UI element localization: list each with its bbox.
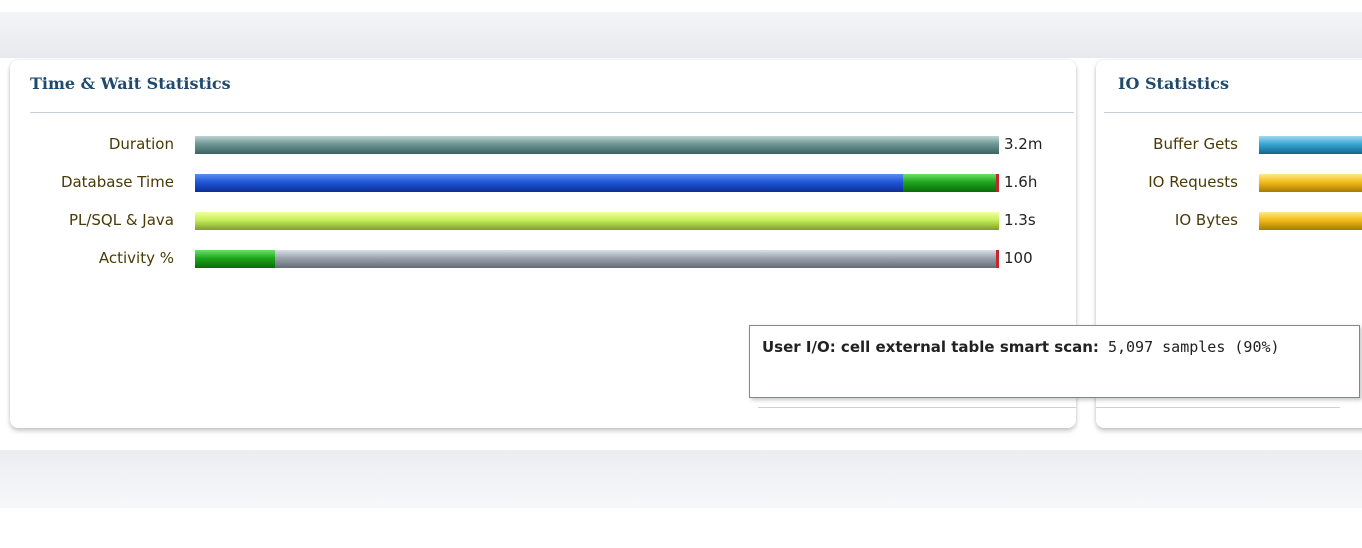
buffer-gets-bar-fill xyxy=(1259,136,1362,154)
activity-user-io-segment[interactable] xyxy=(275,250,999,268)
duration-value: 3.2m xyxy=(1004,135,1043,153)
plsql-java-label: PL/SQL & Java xyxy=(68,211,174,229)
panel-divider xyxy=(1096,407,1340,408)
io-requests-bar[interactable] xyxy=(1259,174,1362,192)
activity-tooltip: User I/O: cell external table smart scan… xyxy=(749,325,1360,398)
duration-bar-fill xyxy=(195,136,999,154)
tooltip-label: User I/O: cell external table smart scan… xyxy=(762,338,1099,356)
plsql-java-bar-fill xyxy=(195,212,999,230)
top-band xyxy=(0,12,1362,58)
database-time-bar[interactable] xyxy=(195,174,999,192)
plsql-java-value: 1.3s xyxy=(1004,211,1036,229)
io-requests-label: IO Requests xyxy=(1148,173,1238,191)
title-divider xyxy=(30,112,1074,113)
database-time-cpu-segment[interactable] xyxy=(195,174,903,192)
database-time-label: Database Time xyxy=(60,173,174,191)
database-time-bar-cap xyxy=(996,174,999,192)
io-requests-bar-fill xyxy=(1259,174,1362,192)
duration-bar[interactable] xyxy=(195,136,999,154)
activity-value: 100 xyxy=(1004,249,1033,267)
panel-divider xyxy=(758,407,1076,408)
panel-title: IO Statistics xyxy=(1118,74,1229,93)
database-time-value: 1.6h xyxy=(1004,173,1038,191)
activity-bar[interactable] xyxy=(195,250,999,268)
plsql-java-bar[interactable] xyxy=(195,212,999,230)
activity-bar-cap xyxy=(996,250,999,268)
title-divider xyxy=(1104,112,1362,113)
activity-label: Activity % xyxy=(98,249,174,267)
buffer-gets-label: Buffer Gets xyxy=(1153,135,1238,153)
bottom-band xyxy=(0,450,1362,508)
io-bytes-bar[interactable] xyxy=(1259,212,1362,230)
tooltip-detail: 5,097 samples (90%) xyxy=(1107,338,1280,356)
duration-label: Duration xyxy=(108,135,174,153)
io-bytes-label: IO Bytes xyxy=(1174,211,1238,229)
database-time-wait-segment[interactable] xyxy=(902,174,999,192)
buffer-gets-bar[interactable] xyxy=(1259,136,1362,154)
panel-title: Time & Wait Statistics xyxy=(30,74,231,93)
activity-cpu-segment[interactable] xyxy=(195,250,276,268)
io-bytes-bar-fill xyxy=(1259,212,1362,230)
